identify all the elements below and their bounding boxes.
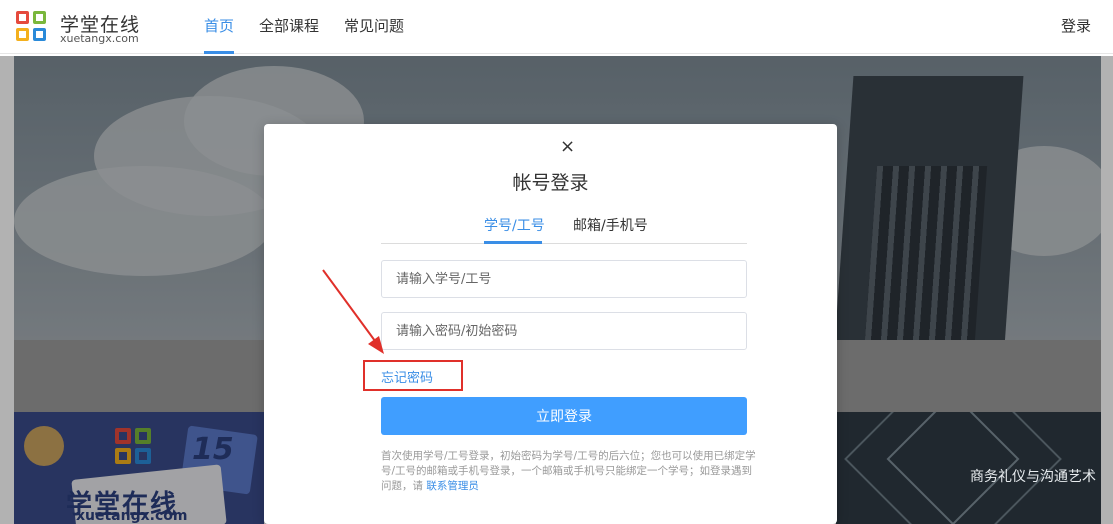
xuetangx-logo-icon[interactable] [16, 9, 48, 45]
nav-item-all-courses[interactable]: 全部课程 [259, 0, 319, 54]
student-id-input[interactable] [381, 260, 747, 298]
close-icon[interactable]: × [560, 138, 575, 156]
tab-student-id[interactable]: 学号/工号 [484, 215, 545, 235]
login-hint-text: 首次使用学号/工号登录，初始密码为学号/工号的后六位；您也可以使用已绑定学号/工… [381, 449, 761, 494]
active-tab-indicator [484, 241, 542, 244]
brand-domain[interactable]: xuetangx.com [60, 32, 139, 45]
dialog-title: 帐号登录 [512, 172, 589, 194]
nav-item-faq[interactable]: 常见问题 [344, 0, 404, 54]
tab-email-phone[interactable]: 邮箱/手机号 [573, 215, 648, 235]
contact-admin-link[interactable]: 联系管理员 [426, 480, 479, 492]
header-login-link[interactable]: 登录 [1061, 0, 1091, 52]
password-input[interactable] [381, 312, 747, 350]
top-navigation-bar: 学堂在线 xuetangx.com 首页 全部课程 常见问题 登录 [0, 0, 1113, 54]
forgot-password-link[interactable]: 忘记密码 [381, 367, 433, 386]
nav-item-home[interactable]: 首页 [204, 0, 235, 54]
login-submit-button[interactable]: 立即登录 [381, 397, 747, 435]
tabs-divider [381, 243, 747, 244]
course-banner-title: 商务礼仪与沟通艺术 [970, 469, 1096, 485]
